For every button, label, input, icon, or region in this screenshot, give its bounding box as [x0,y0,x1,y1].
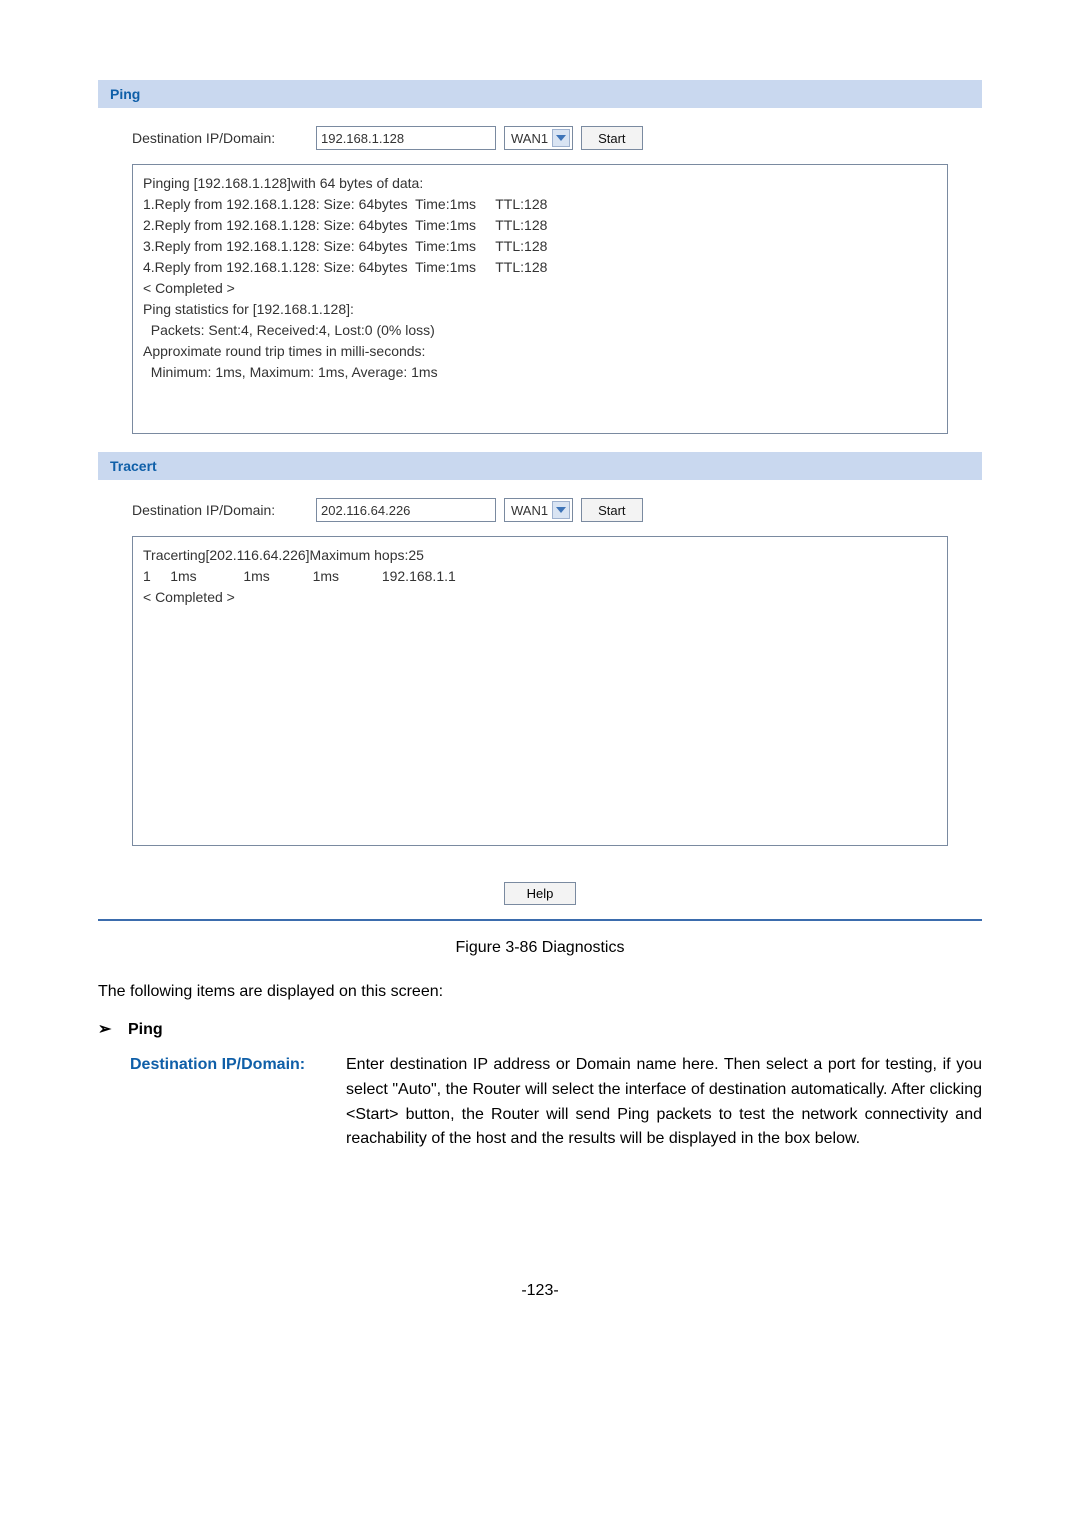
ping-wan-select[interactable]: WAN1 [504,126,573,150]
horizontal-rule [98,919,982,921]
help-button[interactable]: Help [504,882,577,905]
chevron-down-icon [552,129,570,147]
tracert-dest-label: Destination IP/Domain: [132,502,308,518]
tracert-output-box: Tracerting[202.116.64.226]Maximum hops:2… [132,536,948,846]
ping-start-button[interactable]: Start [581,126,642,150]
bullet-arrow-icon: ➢ [98,1019,114,1039]
term-destination: Destination IP/Domain: Enter destination… [130,1053,982,1152]
ping-control-row: Destination IP/Domain: WAN1 Start [132,126,948,150]
tracert-section-body: Destination IP/Domain: WAN1 Start Tracer… [98,480,982,864]
term-destination-text: Enter destination IP address or Domain n… [346,1053,982,1152]
ping-wan-select-value: WAN1 [511,131,552,146]
figure-caption: Figure 3-86 Diagnostics [98,939,982,957]
tracert-start-button[interactable]: Start [581,498,642,522]
tracert-control-row: Destination IP/Domain: WAN1 Start [132,498,948,522]
tracert-wan-select[interactable]: WAN1 [504,498,573,522]
bullet-ping-label: Ping [128,1021,163,1039]
help-row: Help [98,864,982,919]
page-number: -123- [98,1282,982,1300]
ping-output-box: Pinging [192.168.1.128]with 64 bytes of … [132,164,948,434]
description-intro: The following items are displayed on thi… [98,983,982,1001]
ping-dest-label: Destination IP/Domain: [132,130,308,146]
tracert-dest-input[interactable] [316,498,496,522]
tracert-wan-select-value: WAN1 [511,503,552,518]
ping-section-body: Destination IP/Domain: WAN1 Start Pingin… [98,108,982,452]
term-destination-label: Destination IP/Domain: [130,1053,346,1078]
ping-dest-input[interactable] [316,126,496,150]
ping-section-header: Ping [98,80,982,108]
bullet-ping: ➢ Ping [98,1019,982,1039]
tracert-section-header: Tracert [98,452,982,480]
chevron-down-icon [552,501,570,519]
